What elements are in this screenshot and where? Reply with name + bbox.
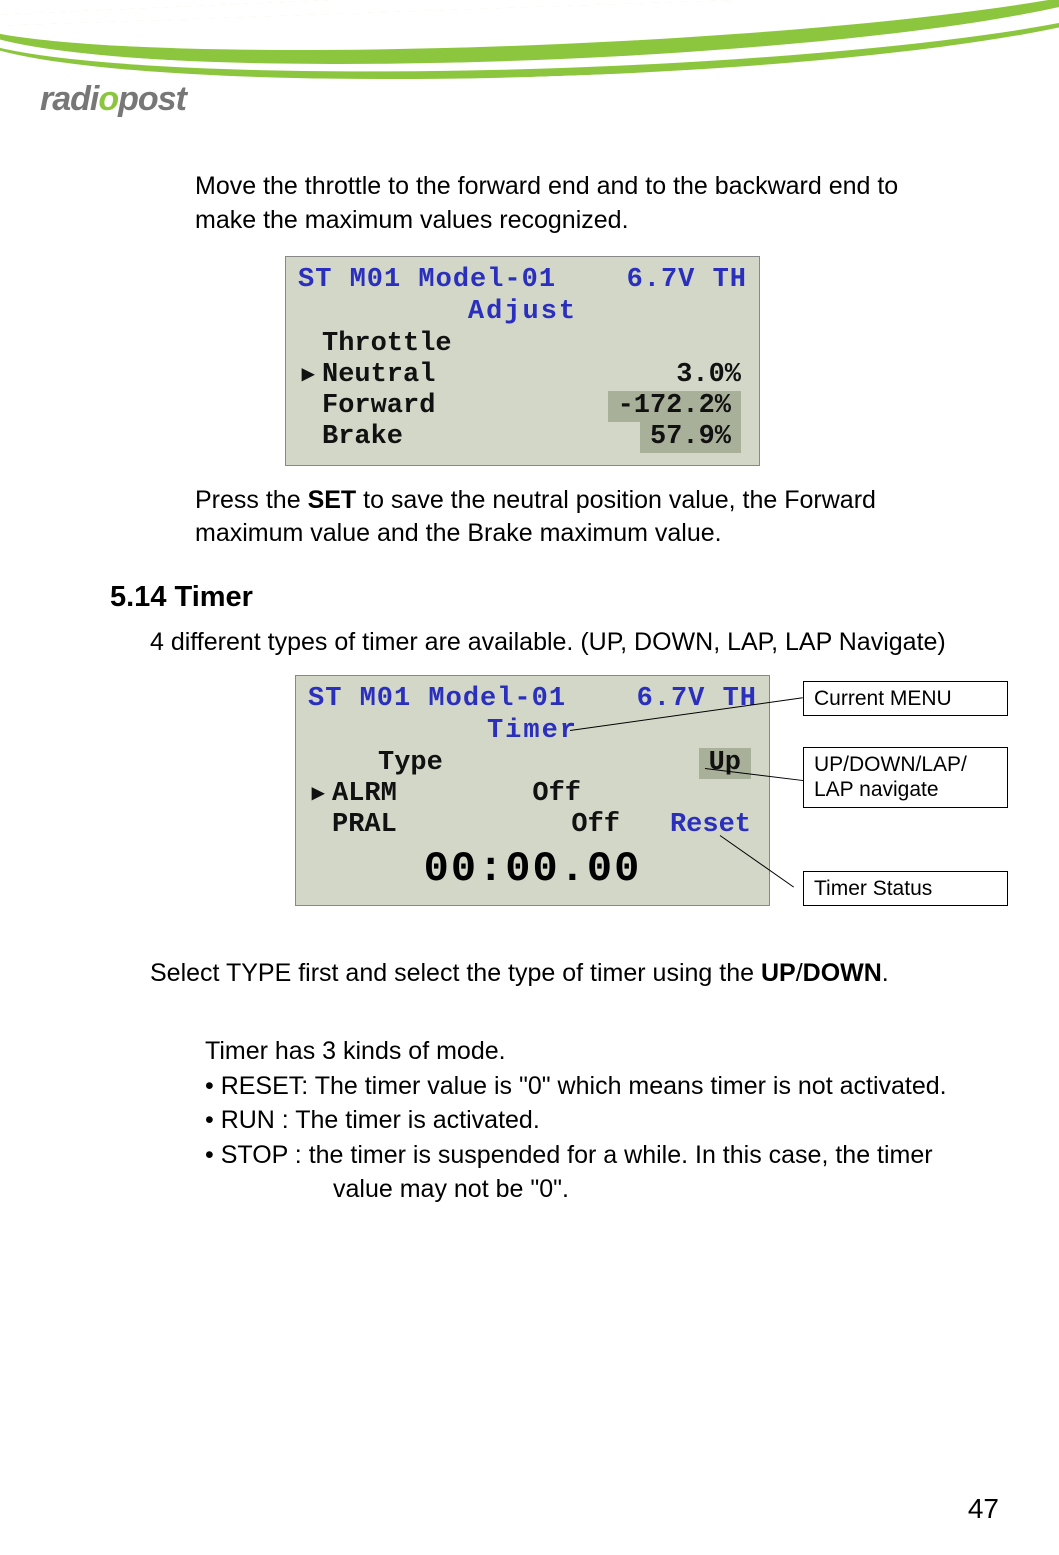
lcd1-row-neutral: Neutral (322, 360, 435, 391)
lcd2-time: 00:00.00 (308, 845, 757, 893)
lcd1-st: ST M01 Model-01 (298, 265, 556, 295)
lcd2-volt: 6.7V TH (637, 684, 757, 714)
lcd2-reset: Reset (670, 810, 751, 840)
page-number: 47 (968, 1493, 999, 1525)
header-swoosh (0, 0, 1059, 70)
instruction-select-type: Select TYPE first and select the type of… (150, 959, 969, 988)
callout-types: UP/DOWN/LAP/ LAP navigate (803, 747, 1008, 807)
lcd2-st: ST M01 Model-01 (308, 684, 566, 714)
callout-timer-status: Timer Status (803, 871, 1008, 906)
modes-intro: Timer has 3 kinds of mode. (205, 1034, 969, 1069)
lcd1-volt: 6.7V TH (627, 265, 747, 295)
mode-reset: • RESET: The timer value is "0" which me… (205, 1069, 969, 1104)
lcd1-row-forward: Forward (322, 391, 435, 422)
lcd2-type-label: Type (378, 748, 443, 779)
lcd2-pral-label: PRAL (332, 810, 397, 841)
lcd-adjust-screenshot: ST M01 Model-01 6.7V TH Adjust Throttle … (285, 256, 760, 466)
timer-types-intro: 4 different types of timer are available… (150, 628, 969, 657)
brand-logo: radiopost (40, 80, 186, 119)
lcd1-title: Adjust (298, 297, 747, 327)
timer-modes-block: Timer has 3 kinds of mode. • RESET: The … (205, 1034, 969, 1207)
lcd2-alrm-label: ALRM (332, 779, 397, 810)
lcd2-pral-value: Off (571, 810, 620, 840)
mode-stop: • STOP : the timer is suspended for a wh… (205, 1138, 969, 1173)
instruction-throttle: Move the throttle to the forward end and… (195, 170, 949, 238)
mode-stop-cont: value may not be "0". (333, 1172, 969, 1207)
mode-run: • RUN : The timer is activated. (205, 1103, 969, 1138)
lcd2-alrm-value: Off (532, 779, 581, 810)
lcd-timer-screenshot: ST M01 Model-01 6.7V TH Timer Type Up ▸ … (295, 675, 770, 906)
cursor-arrow-icon: ▸ (302, 362, 314, 390)
lcd2-type-value: Up (699, 748, 751, 779)
callout-current-menu: Current MENU (803, 681, 1008, 716)
section-heading-timer: 5.14 Timer (110, 581, 969, 614)
lcd1-row-brake: Brake (322, 422, 403, 453)
lcd2-title: Timer (308, 716, 757, 746)
instruction-set: Press the SET to save the neutral positi… (195, 484, 949, 552)
lcd1-row-throttle: Throttle (322, 329, 452, 360)
cursor-arrow-icon: ▸ (312, 781, 324, 809)
